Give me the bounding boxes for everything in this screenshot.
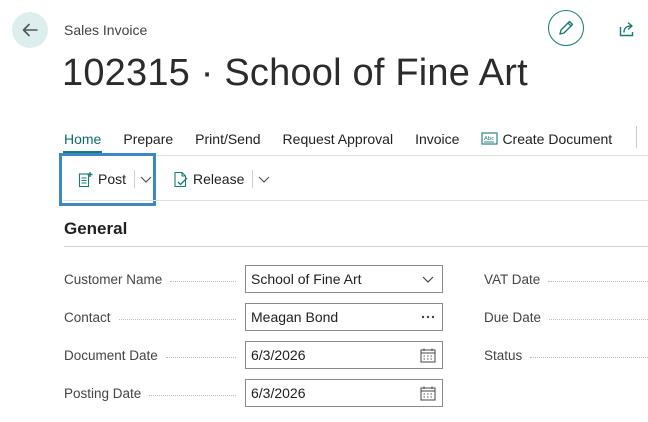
document-date-value: 6/3/2026: [251, 347, 306, 363]
contact-label-text: Contact: [64, 310, 111, 325]
tab-request-approval[interactable]: Request Approval: [283, 131, 394, 147]
posting-date-value: 6/3/2026: [251, 385, 306, 401]
calendar-icon[interactable]: [420, 385, 436, 401]
tab-invoice-label: Invoice: [415, 131, 460, 147]
tab-prepare[interactable]: Prepare: [123, 131, 173, 147]
tab-home[interactable]: Home: [52, 131, 113, 153]
edit-button[interactable]: [548, 10, 584, 46]
due-date-label-text: Due Date: [484, 310, 542, 325]
document-date-field[interactable]: 6/3/2026: [245, 341, 443, 369]
tab-prepare-label: Prepare: [123, 131, 174, 147]
chevron-down-icon[interactable]: [420, 271, 436, 287]
page-title: 102315 · School of Fine Art: [62, 52, 528, 94]
release-split-divider: [252, 170, 254, 188]
back-button[interactable]: [12, 12, 48, 48]
release-icon: [174, 171, 188, 187]
posting-date-label: Posting Date: [64, 386, 236, 401]
ellipsis-icon[interactable]: [420, 309, 436, 325]
customer-name-value: School of Fine Art: [251, 271, 362, 287]
contact-label: Contact: [64, 310, 236, 325]
tab-create-document-label: Create Document: [502, 131, 613, 147]
action-tabs: Home Prepare Print/Send Request Approval…: [63, 128, 634, 153]
tab-request-approval-label: Request Approval: [282, 131, 394, 147]
due-date-label: Due Date: [484, 310, 648, 325]
customer-name-field[interactable]: School of Fine Art: [245, 265, 443, 293]
status-label: Status: [484, 348, 648, 363]
vat-date-label-text: VAT Date: [484, 272, 541, 287]
contact-value: Meagan Bond: [251, 309, 339, 325]
customer-name-label-text: Customer Name: [64, 272, 163, 287]
post-highlight-box: [59, 153, 156, 206]
create-document-icon: Abc: [481, 132, 498, 145]
contact-field[interactable]: Meagan Bond: [245, 303, 443, 331]
tabs-divider: [636, 126, 637, 148]
tab-print-send[interactable]: Print/Send: [195, 131, 260, 147]
section-title-general: General: [64, 219, 128, 238]
section-divider: [64, 246, 648, 247]
document-date-label-text: Document Date: [64, 348, 158, 363]
release-button[interactable]: Release: [173, 171, 244, 188]
share-icon: [619, 22, 634, 37]
arrow-left-icon: [22, 23, 38, 37]
vat-date-label: VAT Date: [484, 272, 648, 287]
posting-date-label-text: Posting Date: [64, 386, 142, 401]
release-dropdown-button[interactable]: [257, 174, 271, 184]
posting-date-field[interactable]: 6/3/2026: [245, 379, 443, 407]
svg-text:Abc: Abc: [484, 136, 494, 142]
release-label: Release: [193, 171, 245, 187]
actions-separator: [64, 200, 648, 201]
calendar-icon[interactable]: [420, 347, 436, 363]
status-label-text: Status: [484, 348, 523, 363]
share-button[interactable]: [616, 18, 638, 40]
tab-print-send-label: Print/Send: [195, 131, 261, 147]
tab-invoice[interactable]: Invoice: [415, 131, 459, 147]
pencil-icon: [559, 20, 574, 35]
customer-name-label: Customer Name: [64, 272, 236, 287]
page-type-label: Sales Invoice: [64, 22, 148, 38]
tab-create-document[interactable]: Abc Create Document: [481, 131, 612, 147]
tab-home-label: Home: [64, 131, 102, 147]
chevron-down-icon: [258, 176, 270, 183]
document-date-label: Document Date: [64, 348, 236, 363]
